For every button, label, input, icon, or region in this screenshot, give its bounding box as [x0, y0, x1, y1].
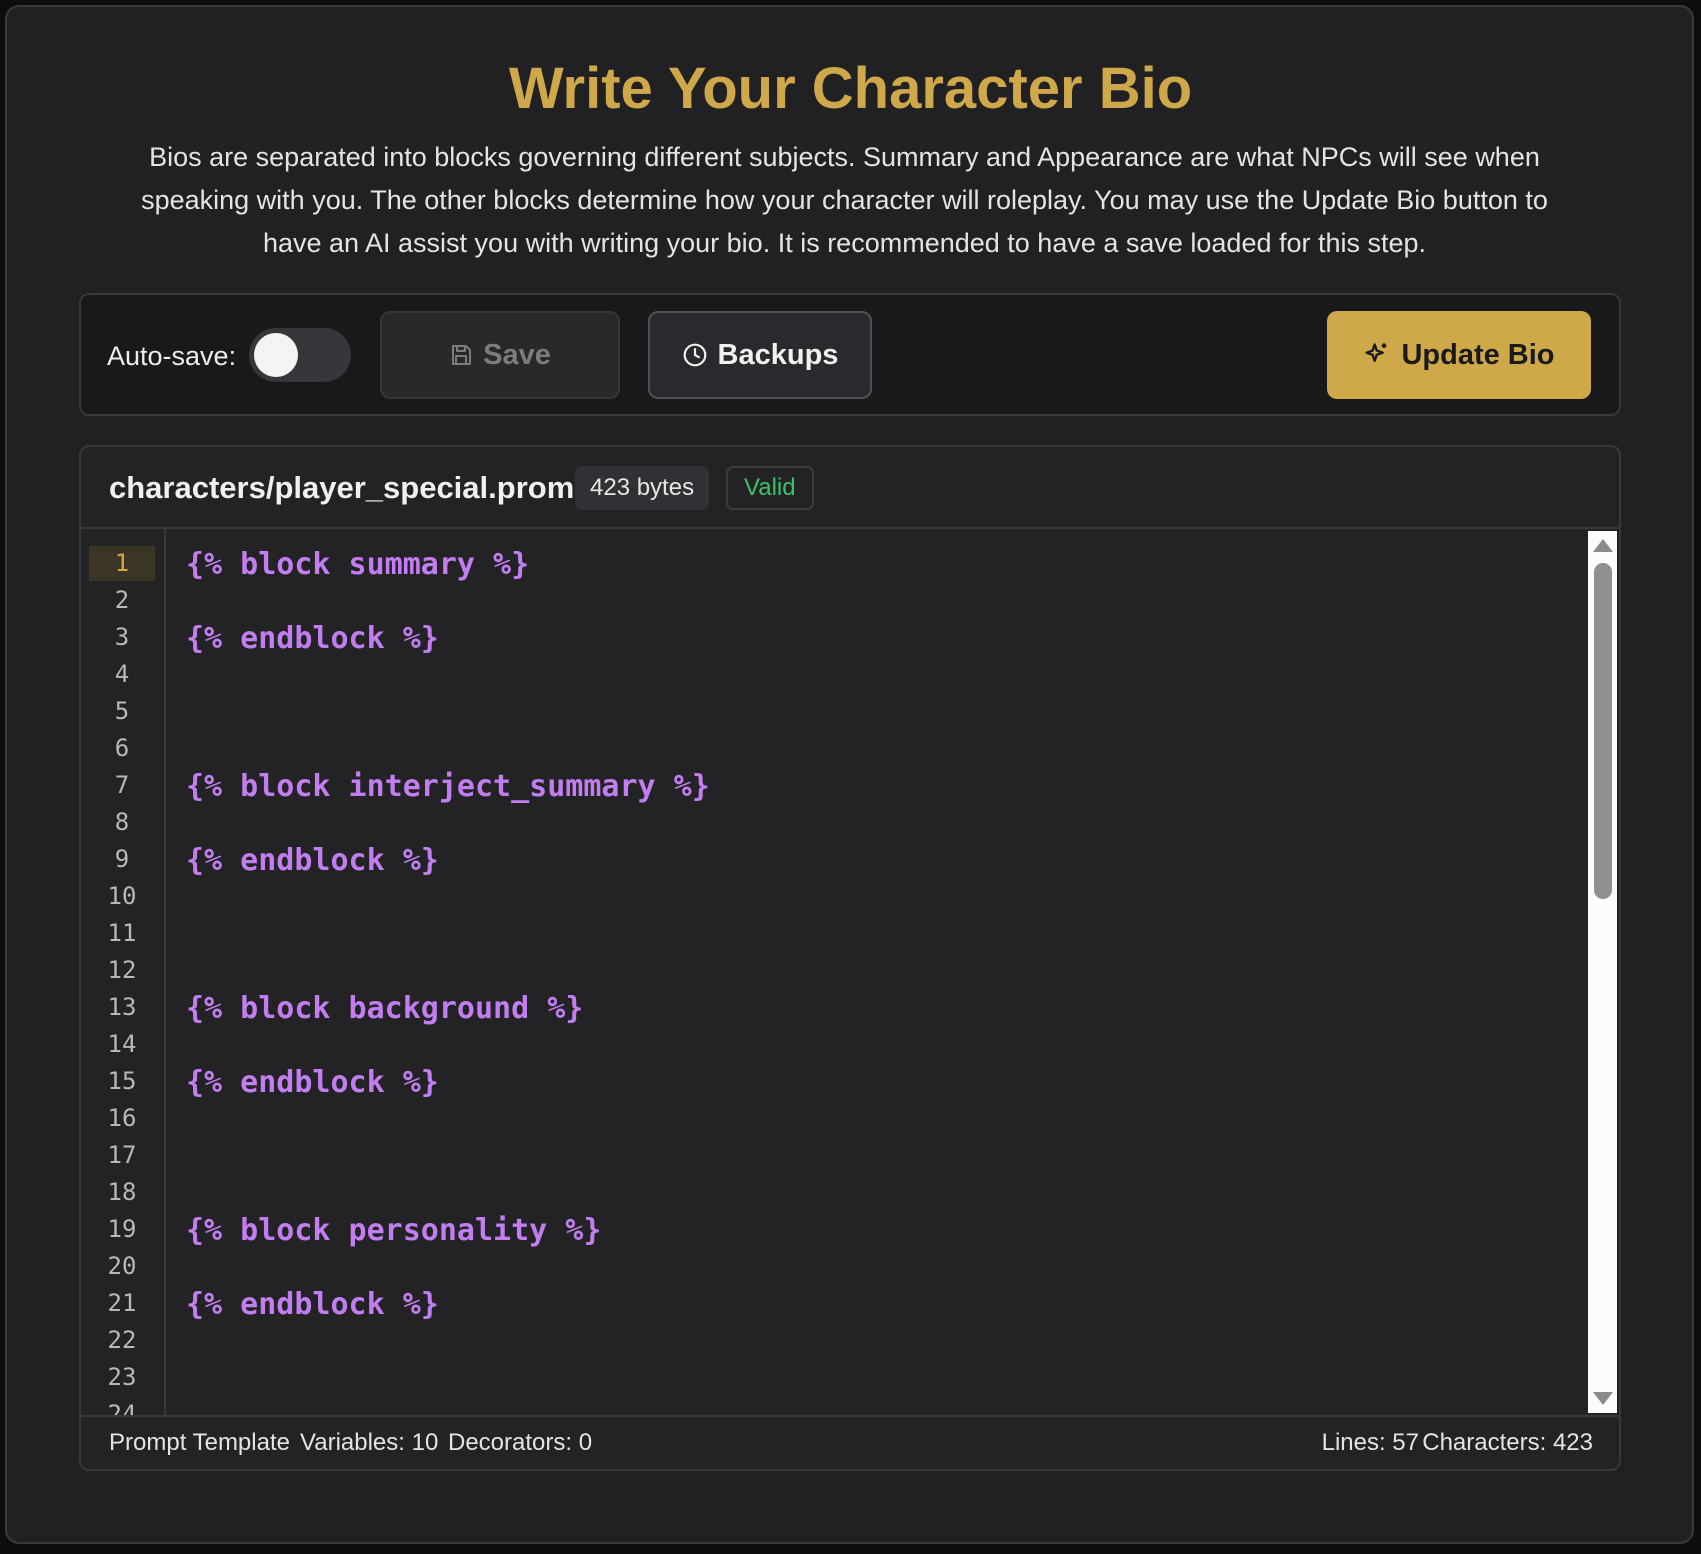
line-number: 11 — [107, 919, 137, 947]
line-number: 5 — [114, 697, 130, 725]
line-number-gutter: 1 2 3 4 5 6 7 8 9 10 11 12 13 14 15 16 17 18 19 20 21 22 23 24 — [81, 529, 166, 1415]
code-line: {% endblock %} — [186, 1065, 439, 1100]
page-description: Bios are separated into blocks governing… — [141, 142, 1548, 258]
line-number: 2 — [114, 586, 130, 614]
mode-label: Prompt Template — [109, 1429, 290, 1456]
line-number: 3 — [114, 623, 130, 651]
line-number: 4 — [114, 660, 130, 688]
scroll-thumb[interactable] — [1594, 563, 1612, 899]
line-number: 10 — [107, 882, 137, 910]
backups-button-label: Backups — [717, 338, 839, 371]
line-number: 19 — [107, 1215, 137, 1243]
code-line: {% endblock %} — [186, 1287, 439, 1322]
line-number: 23 — [107, 1363, 137, 1391]
autosave-label: Auto-save: — [107, 341, 237, 371]
validity-badge: Valid — [726, 466, 814, 510]
code-area[interactable]: {% block summary %} {% endblock %} {% bloc… — [166, 529, 1588, 1415]
code-editor: characters/player_special.prompt 423 byt… — [79, 445, 1621, 1471]
autosave-toggle[interactable] — [249, 328, 351, 382]
line-number: 20 — [107, 1252, 137, 1280]
line-number: 12 — [107, 956, 137, 984]
file-size-badge: 423 bytes — [575, 466, 710, 510]
code-line: {% block summary %} — [186, 547, 530, 582]
line-number: 17 — [107, 1141, 137, 1169]
line-number: 9 — [114, 845, 130, 873]
line-number: 24 — [107, 1400, 137, 1415]
toggle-knob — [254, 333, 298, 377]
editor-status-bar: Prompt Template Variables: 10 Decorators… — [81, 1415, 1619, 1469]
code-line: {% block interject_summary %} — [186, 769, 710, 804]
editor-header: characters/player_special.prompt 423 byt… — [81, 447, 1619, 529]
line-number: 14 — [107, 1030, 137, 1058]
line-number: 22 — [107, 1326, 137, 1354]
file-name: characters/player_special.prompt — [109, 470, 604, 505]
code-line: {% block background %} — [186, 991, 584, 1026]
line-number: 1 — [89, 546, 155, 581]
line-number: 7 — [114, 771, 130, 799]
line-number: 8 — [114, 808, 130, 836]
variables-count: Variables: 10 — [300, 1429, 439, 1456]
line-number: 21 — [107, 1289, 137, 1317]
update-bio-button-label: Update Bio — [1401, 338, 1555, 371]
line-number: 15 — [107, 1067, 137, 1095]
code-line: {% endblock %} — [186, 843, 439, 878]
scroll-up-arrow-icon[interactable] — [1593, 539, 1613, 552]
lines-count: Lines: 57 — [1321, 1429, 1419, 1456]
line-number: 16 — [107, 1104, 137, 1132]
decorators-count: Decorators: 0 — [448, 1429, 593, 1456]
floppy-disk-icon — [449, 343, 473, 367]
code-line: {% endblock %} — [186, 621, 439, 656]
backups-button[interactable]: Backups — [648, 311, 872, 399]
line-number: 6 — [114, 734, 130, 762]
page-title: Write Your Character Bio — [508, 56, 1193, 121]
sparkle-icon — [1363, 341, 1391, 369]
characters-count: Characters: 423 — [1422, 1429, 1593, 1456]
save-button[interactable]: Save — [380, 311, 620, 399]
vertical-scrollbar[interactable] — [1588, 531, 1617, 1413]
save-button-label: Save — [483, 338, 551, 371]
code-line: {% block personality %} — [186, 1213, 602, 1248]
scroll-down-arrow-icon[interactable] — [1593, 1392, 1613, 1405]
clock-icon — [682, 342, 708, 368]
line-number: 18 — [107, 1178, 137, 1206]
update-bio-button[interactable]: Update Bio — [1327, 311, 1591, 399]
line-number: 13 — [107, 993, 137, 1021]
